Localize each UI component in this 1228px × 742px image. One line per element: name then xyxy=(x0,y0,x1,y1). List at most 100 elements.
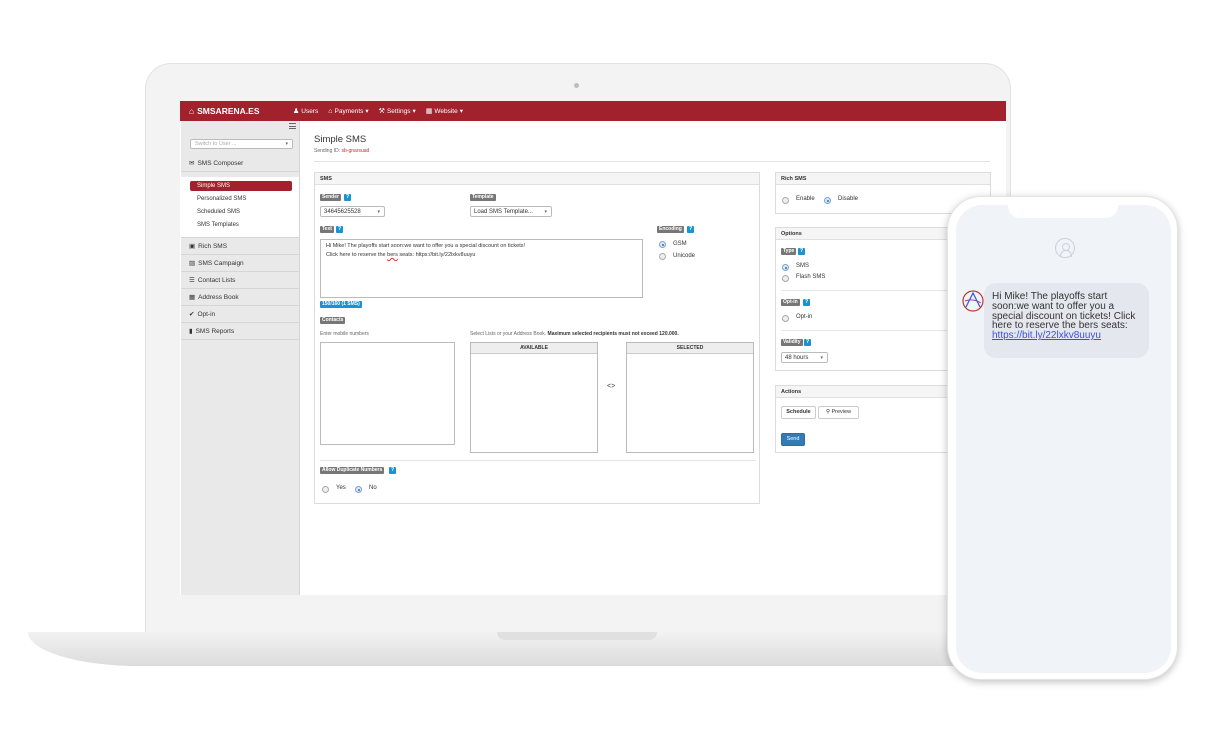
optin-label: Opt-in xyxy=(781,299,800,306)
sender-select[interactable]: 34645625528 ▾ xyxy=(320,206,385,217)
phone-frame: Hi Mike! The playoffs start soon:we want… xyxy=(947,196,1178,680)
nav-website-label: Website xyxy=(434,107,458,115)
envelope-icon: ✉ xyxy=(189,160,195,167)
template-label: Template xyxy=(470,194,496,201)
template-value: Load SMS Template... xyxy=(474,209,533,215)
help-icon[interactable]: ? xyxy=(803,299,810,306)
encoding-label: Encoding xyxy=(657,226,684,233)
sidebar-item-simple-sms[interactable]: Simple SMS xyxy=(190,181,292,191)
available-list[interactable]: AVAILABLE xyxy=(470,342,598,453)
encoding-unicode-radio[interactable] xyxy=(659,253,666,260)
sidebar-item-label: Opt-in xyxy=(197,310,216,318)
sidebar-item-label: SMS Campaign xyxy=(198,259,244,267)
mobile-numbers-hint: Enter mobile numbers xyxy=(320,331,369,337)
type-flash-radio[interactable] xyxy=(782,275,789,282)
send-button[interactable]: Send xyxy=(781,433,805,446)
caret-down-icon: ▾ xyxy=(820,355,823,361)
sidebar-item-contact-lists[interactable]: ☰ Contact Lists xyxy=(181,272,299,289)
caret-down-icon: ▾ xyxy=(365,108,369,115)
sidebar-item-sms-templates[interactable]: SMS Templates xyxy=(190,220,292,230)
rich-disable-radio[interactable] xyxy=(824,197,831,204)
mockup-stage: ⌂ SMSARENA.ES ♟ Users ⌂ Payments ▾ ⚒ Set… xyxy=(0,0,1228,742)
lists-hint-text: Select Lists or your Address Book. xyxy=(470,331,547,337)
sidebar-item-label: SMS Composer xyxy=(197,159,244,167)
nav-website[interactable]: ▦ Website ▾ xyxy=(425,107,463,116)
allow-duplicates-label: Allow Duplicate Numbers xyxy=(320,467,385,474)
schedule-button[interactable]: Schedule xyxy=(781,406,816,419)
sidebar-item-sms-composer[interactable]: ✉ SMS Composer xyxy=(181,155,299,172)
nav-users[interactable]: ♟ Users xyxy=(293,107,318,116)
contact-avatar-icon xyxy=(1055,238,1075,258)
sidebar-item-sms-campaign[interactable]: ▨ SMS Campaign xyxy=(181,255,299,272)
image-icon: ▣ xyxy=(189,243,196,250)
help-icon[interactable]: ? xyxy=(344,194,351,201)
sender-label: Sender xyxy=(320,194,341,201)
caret-down-icon: ▾ xyxy=(412,108,416,115)
caret-down-icon: ▾ xyxy=(544,209,547,215)
sender-value: 34645625528 xyxy=(324,209,361,215)
rich-enable-label: Enable xyxy=(796,196,815,202)
grid-icon: ▦ xyxy=(425,108,433,115)
template-select[interactable]: Load SMS Template... ▾ xyxy=(470,206,552,217)
transfer-icon[interactable]: <> xyxy=(607,383,615,390)
sidebar-item-sms-reports[interactable]: ▮ SMS Reports xyxy=(181,323,299,340)
encoding-unicode-label: Unicode xyxy=(673,253,696,259)
selected-list[interactable]: SELECTED xyxy=(626,342,754,453)
brand-label: SMSARENA.ES xyxy=(197,106,260,116)
switch-user-select[interactable]: Switch to User ... ▾ xyxy=(190,139,293,149)
rich-sms-heading: Rich SMS xyxy=(776,173,990,185)
brand-link[interactable]: ⌂ SMSARENA.ES xyxy=(180,106,293,116)
sending-id-label: Sending ID: xyxy=(314,148,341,154)
help-icon[interactable]: ? xyxy=(798,248,805,255)
mobile-numbers-input[interactable] xyxy=(320,342,455,445)
sidebar-item-label: SMS Reports xyxy=(195,327,235,335)
preview-label: Preview xyxy=(831,409,852,415)
duplicates-no-radio[interactable] xyxy=(355,486,362,493)
bank-icon: ⌂ xyxy=(328,107,333,115)
optin-radio[interactable] xyxy=(782,315,789,322)
sidebar-collapse-icon[interactable] xyxy=(289,123,296,129)
top-navbar: ⌂ SMSARENA.ES ♟ Users ⌂ Payments ▾ ⚒ Set… xyxy=(180,101,1006,121)
sender-logo-icon xyxy=(962,290,984,312)
rich-disable-label: Disable xyxy=(838,196,859,202)
help-icon[interactable]: ? xyxy=(687,226,694,233)
encoding-gsm-label: GSM xyxy=(673,241,687,247)
sidebar-item-scheduled-sms[interactable]: Scheduled SMS xyxy=(190,207,292,217)
type-sms-radio[interactable] xyxy=(782,264,789,271)
caret-down-icon: ▾ xyxy=(459,108,463,115)
help-icon[interactable]: ? xyxy=(336,226,343,233)
preview-button[interactable]: ⚲ Preview xyxy=(818,406,859,419)
duplicates-no-label: No xyxy=(369,485,377,491)
contacts-label: Contacts xyxy=(320,317,346,324)
sending-id-value: sb-gnarsuad xyxy=(341,148,370,154)
help-icon[interactable]: ? xyxy=(804,339,811,346)
sms-panel-heading: SMS xyxy=(315,173,759,185)
nav-settings[interactable]: ⚒ Settings ▾ xyxy=(379,107,416,116)
search-icon: ⚲ xyxy=(825,409,830,415)
sidebar-item-rich-sms[interactable]: ▣ Rich SMS xyxy=(181,238,299,255)
sms-panel: SMS Sender ? 34645625528 ▾ Template Load… xyxy=(314,172,760,504)
type-sms-label: SMS xyxy=(796,263,810,269)
message-line-2-b: seats: https://bit.ly/22lxkv8uuyu xyxy=(397,252,476,258)
user-icon: ♟ xyxy=(293,108,300,115)
validity-select[interactable]: 48 hours ▾ xyxy=(781,352,828,363)
nav-payments[interactable]: ⌂ Payments ▾ xyxy=(328,107,369,116)
duplicates-yes-radio[interactable] xyxy=(322,486,329,493)
message-textarea[interactable]: Hi Mike! The playoffs start soon:we want… xyxy=(320,239,643,298)
sidebar-item-opt-in[interactable]: ✔ Opt-in xyxy=(181,306,299,323)
sidebar-item-personalized-sms[interactable]: Personalized SMS xyxy=(190,194,292,204)
encoding-gsm-radio[interactable] xyxy=(659,241,666,248)
sidebar-item-label: Contact Lists xyxy=(197,276,236,284)
composer-submenu: Simple SMS Personalized SMS Scheduled SM… xyxy=(181,177,299,238)
divider xyxy=(314,161,990,162)
switch-user-placeholder: Switch to User ... xyxy=(195,141,237,147)
message-link[interactable]: https://bit.ly/22lxkv8uuyu xyxy=(992,330,1101,341)
lists-hint-bold: Maximum selected recipients must not exc… xyxy=(547,331,679,337)
character-counter: 150/160 (1 SMS) xyxy=(320,301,362,308)
help-icon[interactable]: ? xyxy=(389,467,396,474)
rich-enable-radio[interactable] xyxy=(782,197,789,204)
sidebar-item-address-book[interactable]: ▦ Address Book xyxy=(181,289,299,306)
list-icon: ☰ xyxy=(189,277,195,284)
divider xyxy=(320,460,756,461)
selected-heading: SELECTED xyxy=(627,343,753,354)
